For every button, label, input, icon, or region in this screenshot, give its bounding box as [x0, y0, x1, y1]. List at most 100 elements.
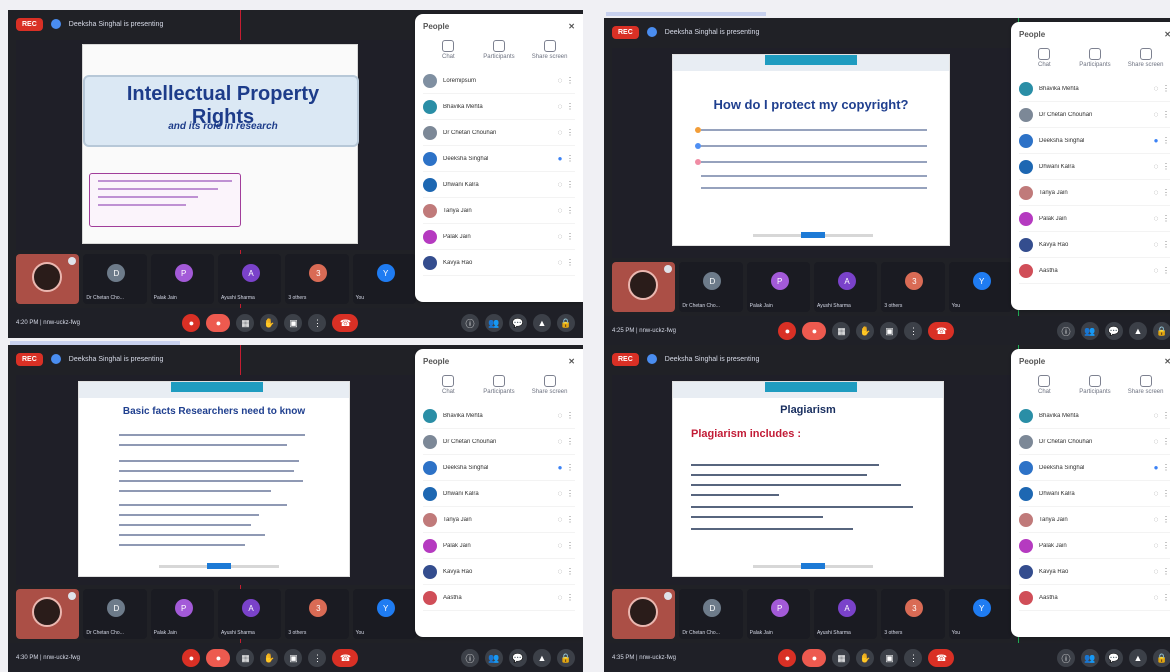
participant-tile[interactable]: 33 others — [285, 254, 349, 304]
chat-action[interactable]: Chat — [1023, 48, 1065, 68]
participant-row[interactable]: Tanya Jain ◌ ⋮ — [423, 198, 575, 224]
participant-row[interactable]: Dr Chetan Chouhan ◌ ⋮ — [1019, 429, 1170, 455]
activities-icon[interactable]: ▲ — [532, 314, 551, 332]
people-icon[interactable]: 👥 — [484, 649, 503, 667]
info-icon[interactable]: ⓘ — [460, 314, 479, 332]
present-button[interactable]: ▣ — [880, 322, 899, 340]
mic-button[interactable]: ● — [182, 649, 201, 667]
participant-tile[interactable]: P Palak Jain — [150, 254, 214, 304]
info-icon[interactable]: ⓘ — [460, 649, 479, 667]
participant-row[interactable]: Kavya Rao ◌ ⋮ — [423, 559, 575, 585]
participant-row[interactable]: Dhwani Kalra ◌ ⋮ — [423, 481, 575, 507]
participant-tile[interactable]: D Dr Chetan Cho... — [679, 262, 743, 312]
participant-row[interactable]: Bhavika Mehta ◌ ⋮ — [1019, 403, 1170, 429]
more-button[interactable]: ⋮ — [308, 649, 327, 667]
participant-row[interactable]: Tanya Jain ◌ ⋮ — [1019, 507, 1170, 533]
share-screen-action[interactable]: Share screen — [529, 40, 571, 60]
participant-row[interactable]: Tanya Jain ◌ ⋮ — [1019, 180, 1170, 206]
participant-row[interactable]: Bhavika Mehta ◌ ⋮ — [423, 94, 575, 120]
lock-icon[interactable]: 🔒 — [556, 649, 575, 667]
participant-row[interactable]: Kavya Rao ◌ ⋮ — [1019, 232, 1170, 258]
camera-button[interactable]: ● — [802, 322, 827, 340]
participant-row[interactable]: Bhavika Mehta ◌ ⋮ — [423, 403, 575, 429]
participant-tile[interactable]: P Palak Jain — [746, 589, 810, 639]
activities-icon[interactable]: ▲ — [532, 649, 551, 667]
participant-row[interactable]: Tanya Jain ◌ ⋮ — [423, 507, 575, 533]
participant-tile[interactable]: 33 others — [285, 589, 349, 639]
self-video-tile[interactable] — [612, 589, 676, 639]
participant-row[interactable]: Loremipsum ◌ ⋮ — [423, 68, 575, 94]
participant-row[interactable]: Dhwani Kalra ◌ ⋮ — [1019, 154, 1170, 180]
participant-row[interactable]: Dhwani Kalra ◌ ⋮ — [423, 172, 575, 198]
people-icon[interactable]: 👥 — [1080, 322, 1099, 340]
camera-button[interactable]: ● — [206, 314, 231, 332]
captions-button[interactable]: ▦ — [832, 649, 851, 667]
chat-icon[interactable]: 💬 — [1104, 322, 1123, 340]
captions-button[interactable]: ▦ — [832, 322, 851, 340]
participants-action[interactable]: Participants — [478, 40, 520, 60]
participants-action[interactable]: Participants — [1074, 375, 1116, 395]
mic-button[interactable]: ● — [182, 314, 201, 332]
self-video-tile[interactable] — [16, 254, 80, 304]
self-video-tile[interactable] — [16, 589, 80, 639]
chat-action[interactable]: Chat — [427, 375, 469, 395]
activities-icon[interactable]: ▲ — [1128, 322, 1147, 340]
participant-row[interactable]: Deeksha Singhal ● ⋮ — [1019, 128, 1170, 154]
camera-button[interactable]: ● — [802, 649, 827, 667]
raise-hand-button[interactable]: ✋ — [856, 649, 875, 667]
mic-button[interactable]: ● — [778, 322, 797, 340]
chat-action[interactable]: Chat — [427, 40, 469, 60]
participant-row[interactable]: Kavya Rao ◌ ⋮ — [423, 250, 575, 276]
end-call-button[interactable]: ☎ — [928, 322, 955, 340]
participant-row[interactable]: Kavya Rao ◌ ⋮ — [1019, 559, 1170, 585]
participant-row[interactable]: Palak Jain ◌ ⋮ — [1019, 206, 1170, 232]
participant-tile[interactable]: Y You — [948, 589, 1012, 639]
more-button[interactable]: ⋮ — [308, 314, 327, 332]
participant-tile[interactable]: A Ayushi Sharma — [217, 254, 282, 304]
camera-button[interactable]: ● — [206, 649, 231, 667]
people-icon[interactable]: 👥 — [1080, 649, 1099, 667]
participant-tile[interactable]: 33 others — [881, 589, 945, 639]
participant-row[interactable]: Palak Jain ◌ ⋮ — [423, 533, 575, 559]
end-call-button[interactable]: ☎ — [332, 649, 359, 667]
chat-icon[interactable]: 💬 — [508, 649, 527, 667]
activities-icon[interactable]: ▲ — [1128, 649, 1147, 667]
close-icon[interactable]: ✕ — [568, 357, 575, 366]
people-icon[interactable]: 👥 — [484, 314, 503, 332]
participants-action[interactable]: Participants — [1074, 48, 1116, 68]
participant-tile[interactable]: D Dr Chetan Cho... — [83, 589, 147, 639]
chat-action[interactable]: Chat — [1023, 375, 1065, 395]
participants-action[interactable]: Participants — [478, 375, 520, 395]
participant-row[interactable]: Bhavika Mehta ◌ ⋮ — [1019, 76, 1170, 102]
info-icon[interactable]: ⓘ — [1056, 649, 1075, 667]
share-screen-action[interactable]: Share screen — [1125, 375, 1167, 395]
lock-icon[interactable]: 🔒 — [556, 314, 575, 332]
info-icon[interactable]: ⓘ — [1056, 322, 1075, 340]
participant-tile[interactable]: P Palak Jain — [746, 262, 810, 312]
close-icon[interactable]: ✕ — [1164, 357, 1170, 366]
more-button[interactable]: ⋮ — [904, 322, 923, 340]
present-button[interactable]: ▣ — [880, 649, 899, 667]
participant-tile[interactable]: 33 others — [881, 262, 945, 312]
participant-row[interactable]: Deeksha Singhal ● ⋮ — [423, 146, 575, 172]
raise-hand-button[interactable]: ✋ — [260, 649, 279, 667]
captions-button[interactable]: ▦ — [236, 314, 255, 332]
end-call-button[interactable]: ☎ — [332, 314, 359, 332]
participant-tile[interactable]: A Ayushi Sharma — [217, 589, 282, 639]
close-icon[interactable]: ✕ — [1164, 30, 1170, 39]
raise-hand-button[interactable]: ✋ — [856, 322, 875, 340]
participant-tile[interactable]: A Ayushi Sharma — [813, 589, 878, 639]
participant-tile[interactable]: D Dr Chetan Cho... — [83, 254, 147, 304]
participant-tile[interactable]: P Palak Jain — [150, 589, 214, 639]
participant-row[interactable]: Aastha ◌ ⋮ — [423, 585, 575, 611]
captions-button[interactable]: ▦ — [236, 649, 255, 667]
participant-row[interactable]: Deeksha Singhal ● ⋮ — [1019, 455, 1170, 481]
participant-tile[interactable]: Y You — [352, 589, 416, 639]
participant-row[interactable]: Dhwani Kalra ◌ ⋮ — [1019, 481, 1170, 507]
more-button[interactable]: ⋮ — [904, 649, 923, 667]
share-screen-action[interactable]: Share screen — [529, 375, 571, 395]
lock-icon[interactable]: 🔒 — [1152, 322, 1170, 340]
share-screen-action[interactable]: Share screen — [1125, 48, 1167, 68]
present-button[interactable]: ▣ — [284, 314, 303, 332]
participant-row[interactable]: Dr Chetan Chouhan ◌ ⋮ — [423, 120, 575, 146]
